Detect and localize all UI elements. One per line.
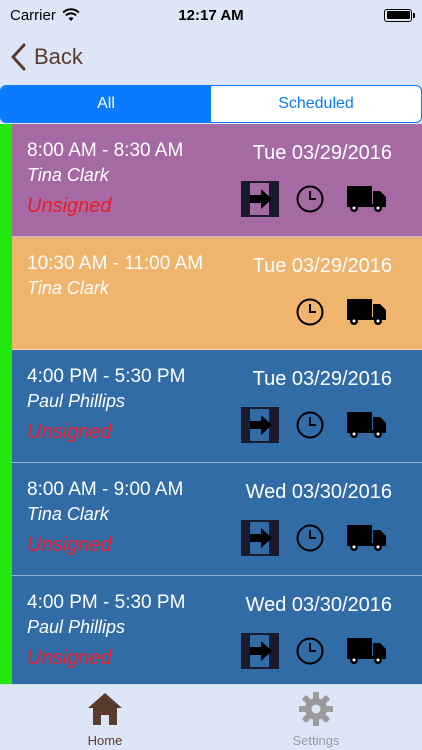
appointment-time: 4:00 PM - 5:30 PM	[27, 366, 186, 387]
back-button[interactable]: Back	[10, 43, 83, 71]
clock-icon[interactable]	[295, 520, 339, 556]
status-time: 12:17 AM	[178, 6, 244, 24]
gear-icon	[299, 692, 333, 726]
row-action-icons	[12, 294, 422, 330]
truck-icon[interactable]	[346, 407, 390, 443]
tab-scheduled[interactable]: Scheduled	[211, 86, 421, 122]
tab-settings-label: Settings	[292, 733, 340, 748]
tab-settings[interactable]: Settings	[276, 685, 356, 750]
appointment-date: Wed 03/30/2016	[245, 481, 392, 503]
row-action-icons	[12, 520, 422, 556]
appointment-date: Tue 03/29/2016	[252, 368, 392, 390]
tab-bar: Home Settings	[0, 684, 422, 750]
nav-bar: Back	[0, 30, 422, 84]
appointment-row[interactable]: 4:00 PM - 5:30 PM Paul Phillips Unsigned We…	[12, 576, 422, 689]
appointment-date: Tue 03/29/2016	[252, 255, 392, 277]
truck-icon[interactable]	[346, 520, 390, 556]
status-indicator-bar	[0, 124, 12, 684]
tab-home-label: Home	[87, 733, 123, 748]
appointment-date: Tue 03/29/2016	[252, 142, 392, 164]
wifi-icon	[62, 8, 80, 21]
appointment-time: 10:30 AM - 11:00 AM	[27, 253, 204, 274]
appointment-list: 8:00 AM - 8:30 AM Tina Clark Unsigned Tue 0…	[12, 124, 422, 689]
sign-in-icon[interactable]	[241, 633, 285, 669]
row-action-icons	[12, 181, 422, 217]
filter-segmented-control: All Scheduled	[0, 85, 422, 123]
appointment-date: Wed 03/30/2016	[245, 594, 392, 616]
clock-icon[interactable]	[295, 633, 339, 669]
row-action-icons	[12, 633, 422, 669]
clock-icon[interactable]	[295, 294, 339, 330]
carrier-label: Carrier	[10, 6, 56, 24]
clock-icon[interactable]	[295, 407, 339, 443]
appointment-row[interactable]: 8:00 AM - 9:00 AM Tina Clark Unsigned Wed 0…	[12, 463, 422, 576]
truck-icon[interactable]	[346, 181, 390, 217]
home-icon	[88, 693, 122, 725]
tab-home[interactable]: Home	[65, 685, 145, 750]
clock-icon[interactable]	[295, 181, 339, 217]
status-left: Carrier	[10, 7, 80, 24]
back-label: Back	[34, 44, 83, 69]
status-bar: Carrier 12:17 AM	[0, 0, 422, 30]
truck-icon[interactable]	[346, 294, 390, 330]
sign-in-icon[interactable]	[241, 181, 285, 217]
tab-all[interactable]: All	[1, 86, 211, 122]
appointment-time: 4:00 PM - 5:30 PM	[27, 592, 186, 613]
appointment-row[interactable]: 8:00 AM - 8:30 AM Tina Clark Unsigned Tue 0…	[12, 124, 422, 237]
appointment-row[interactable]: 4:00 PM - 5:30 PM Paul Phillips Unsigned Tu…	[12, 350, 422, 463]
appointment-time: 8:00 AM - 9:00 AM	[27, 479, 184, 500]
sign-in-icon[interactable]	[241, 520, 285, 556]
row-action-icons	[12, 407, 422, 443]
sign-in-icon[interactable]	[241, 407, 285, 443]
battery-icon	[384, 8, 415, 22]
chevron-left-icon	[11, 43, 26, 71]
appointment-row[interactable]: 10:30 AM - 11:00 AM Tina Clark Tue 03/29/2…	[12, 237, 422, 350]
appointment-time: 8:00 AM - 8:30 AM	[27, 140, 184, 161]
truck-icon[interactable]	[346, 633, 390, 669]
